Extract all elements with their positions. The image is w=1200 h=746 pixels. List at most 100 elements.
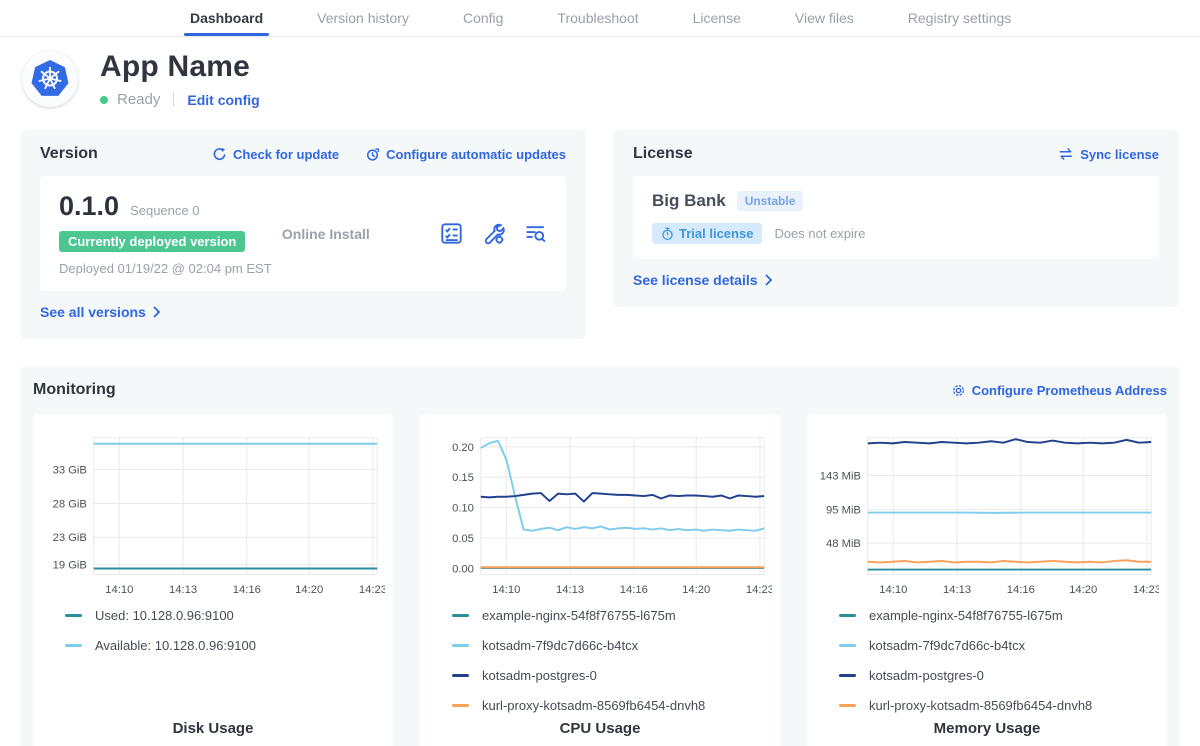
edit-config-icon[interactable] bbox=[482, 222, 505, 245]
cpu-usage-plot: 0.000.050.100.150.2014:1014:1314:1614:20… bbox=[428, 426, 772, 602]
legend-label: Available: 10.128.0.96:9100 bbox=[95, 638, 256, 653]
legend-item: kotsadm-postgres-0 bbox=[452, 668, 772, 683]
legend-item: example-nginx-54f8f76755-l675m bbox=[452, 608, 772, 623]
legend-label: example-nginx-54f8f76755-l675m bbox=[482, 608, 676, 623]
tab-license[interactable]: License bbox=[693, 0, 741, 36]
tab-troubleshoot[interactable]: Troubleshoot bbox=[557, 0, 638, 36]
disk-usage-legend: Used: 10.128.0.96:9100 Available: 10.128.… bbox=[65, 608, 385, 720]
svg-text:0.10: 0.10 bbox=[452, 503, 474, 515]
kubernetes-icon bbox=[28, 57, 72, 101]
configure-automatic-updates-button[interactable]: Configure automatic updates bbox=[365, 147, 566, 162]
chevron-right-icon bbox=[764, 274, 773, 286]
license-name: Big Bank bbox=[652, 191, 726, 211]
see-all-versions-link[interactable]: See all versions bbox=[40, 304, 161, 320]
sync-license-button[interactable]: Sync license bbox=[1058, 147, 1159, 162]
legend-item: Available: 10.128.0.96:9100 bbox=[65, 638, 385, 653]
legend-label: Used: 10.128.0.96:9100 bbox=[95, 608, 234, 623]
svg-text:14:20: 14:20 bbox=[295, 584, 323, 596]
view-logs-icon[interactable] bbox=[524, 222, 547, 245]
tab-view-files[interactable]: View files bbox=[795, 0, 854, 36]
svg-text:14:23: 14:23 bbox=[746, 584, 772, 596]
license-panel: Big Bank Unstable Trial license Does not… bbox=[633, 176, 1159, 259]
svg-text:23 GiB: 23 GiB bbox=[53, 532, 87, 544]
cpu-usage-panel: 0.000.050.100.150.2014:1014:1314:1614:20… bbox=[420, 414, 780, 746]
cpu-usage-title: CPU Usage bbox=[428, 720, 772, 745]
legend-item: kurl-proxy-kotsadm-8569fb6454-dnvh8 bbox=[839, 698, 1159, 713]
cpu-usage-legend: example-nginx-54f8f76755-l675m kotsadm-7f… bbox=[452, 608, 772, 720]
svg-text:14:23: 14:23 bbox=[359, 584, 385, 596]
install-type-label: Online Install bbox=[282, 226, 370, 242]
svg-text:14:10: 14:10 bbox=[879, 584, 907, 596]
svg-text:19 GiB: 19 GiB bbox=[53, 559, 87, 571]
current-version-panel: 0.1.0 Sequence 0 Currently deployed vers… bbox=[40, 176, 566, 291]
legend-swatch bbox=[839, 644, 856, 647]
divider bbox=[173, 92, 174, 107]
legend-label: kurl-proxy-kotsadm-8569fb6454-dnvh8 bbox=[482, 698, 705, 713]
tab-dashboard[interactable]: Dashboard bbox=[190, 0, 263, 36]
legend-label: kotsadm-postgres-0 bbox=[869, 668, 984, 683]
tab-version-history[interactable]: Version history bbox=[317, 0, 409, 36]
gear-icon bbox=[951, 383, 966, 398]
edit-config-link[interactable]: Edit config bbox=[187, 92, 259, 108]
status-badge: Ready bbox=[117, 91, 160, 108]
sync-icon bbox=[1058, 147, 1074, 161]
svg-text:14:23: 14:23 bbox=[1133, 584, 1159, 596]
page-title: App Name bbox=[100, 50, 260, 84]
legend-item: kurl-proxy-kotsadm-8569fb6454-dnvh8 bbox=[452, 698, 772, 713]
trial-license-badge: Trial license bbox=[652, 223, 762, 244]
version-number: 0.1.0 bbox=[59, 191, 119, 222]
license-card: License Sync license Big Bank Unstable bbox=[613, 130, 1179, 307]
legend-swatch bbox=[65, 644, 82, 647]
top-nav: Dashboard Version history Config Troublesho… bbox=[0, 0, 1200, 37]
channel-badge: Unstable bbox=[737, 191, 804, 211]
tab-config[interactable]: Config bbox=[463, 0, 503, 36]
version-card-title: Version bbox=[40, 145, 98, 163]
legend-swatch bbox=[452, 674, 469, 677]
charts-row: 19 GiB23 GiB28 GiB33 GiB14:1014:1314:161… bbox=[33, 414, 1167, 746]
see-license-details-link[interactable]: See license details bbox=[633, 272, 773, 288]
svg-text:0.20: 0.20 bbox=[452, 442, 474, 454]
svg-text:48 MiB: 48 MiB bbox=[826, 538, 861, 550]
legend-label: kotsadm-7f9dc7d66c-b4tcx bbox=[482, 638, 638, 653]
svg-text:14:20: 14:20 bbox=[682, 584, 710, 596]
legend-item: Used: 10.128.0.96:9100 bbox=[65, 608, 385, 623]
stopwatch-icon bbox=[661, 227, 674, 241]
svg-text:14:13: 14:13 bbox=[943, 584, 971, 596]
license-expiry: Does not expire bbox=[774, 226, 865, 241]
configure-prometheus-button[interactable]: Configure Prometheus Address bbox=[951, 383, 1167, 398]
refresh-icon bbox=[212, 147, 227, 162]
svg-text:0.05: 0.05 bbox=[452, 533, 474, 545]
legend-swatch bbox=[452, 614, 469, 617]
legend-swatch bbox=[839, 704, 856, 707]
svg-text:28 GiB: 28 GiB bbox=[53, 498, 87, 510]
deployed-badge: Currently deployed version bbox=[59, 231, 245, 252]
svg-text:14:13: 14:13 bbox=[169, 584, 197, 596]
svg-text:143 MiB: 143 MiB bbox=[820, 470, 861, 482]
svg-text:14:20: 14:20 bbox=[1069, 584, 1097, 596]
svg-text:0.15: 0.15 bbox=[452, 472, 474, 484]
tab-registry-settings[interactable]: Registry settings bbox=[908, 0, 1011, 36]
license-card-title: License bbox=[633, 145, 693, 163]
monitoring-title: Monitoring bbox=[33, 381, 116, 399]
svg-text:14:13: 14:13 bbox=[556, 584, 584, 596]
legend-swatch bbox=[452, 704, 469, 707]
svg-text:14:16: 14:16 bbox=[233, 584, 261, 596]
cards-row: Version Check for update Configure au bbox=[0, 130, 1200, 339]
svg-text:95 MiB: 95 MiB bbox=[826, 505, 861, 517]
legend-swatch bbox=[839, 614, 856, 617]
memory-usage-panel: 48 MiB95 MiB143 MiB14:1014:1314:1614:201… bbox=[807, 414, 1167, 746]
status-dot bbox=[100, 96, 108, 104]
disk-usage-title: Disk Usage bbox=[41, 720, 385, 745]
legend-item: kotsadm-7f9dc7d66c-b4tcx bbox=[452, 638, 772, 653]
monitoring-card: Monitoring Configure Prometheus Address … bbox=[20, 366, 1180, 746]
preflight-checks-icon[interactable] bbox=[440, 222, 463, 245]
check-for-update-button[interactable]: Check for update bbox=[212, 147, 339, 162]
legend-item: example-nginx-54f8f76755-l675m bbox=[839, 608, 1159, 623]
legend-label: kurl-proxy-kotsadm-8569fb6454-dnvh8 bbox=[869, 698, 1092, 713]
legend-swatch bbox=[65, 614, 82, 617]
schedule-update-icon bbox=[365, 147, 380, 162]
svg-text:14:10: 14:10 bbox=[492, 584, 520, 596]
legend-label: kotsadm-postgres-0 bbox=[482, 668, 597, 683]
svg-text:14:16: 14:16 bbox=[620, 584, 648, 596]
deployed-timestamp: Deployed 01/19/22 @ 02:04 pm EST bbox=[59, 261, 272, 276]
